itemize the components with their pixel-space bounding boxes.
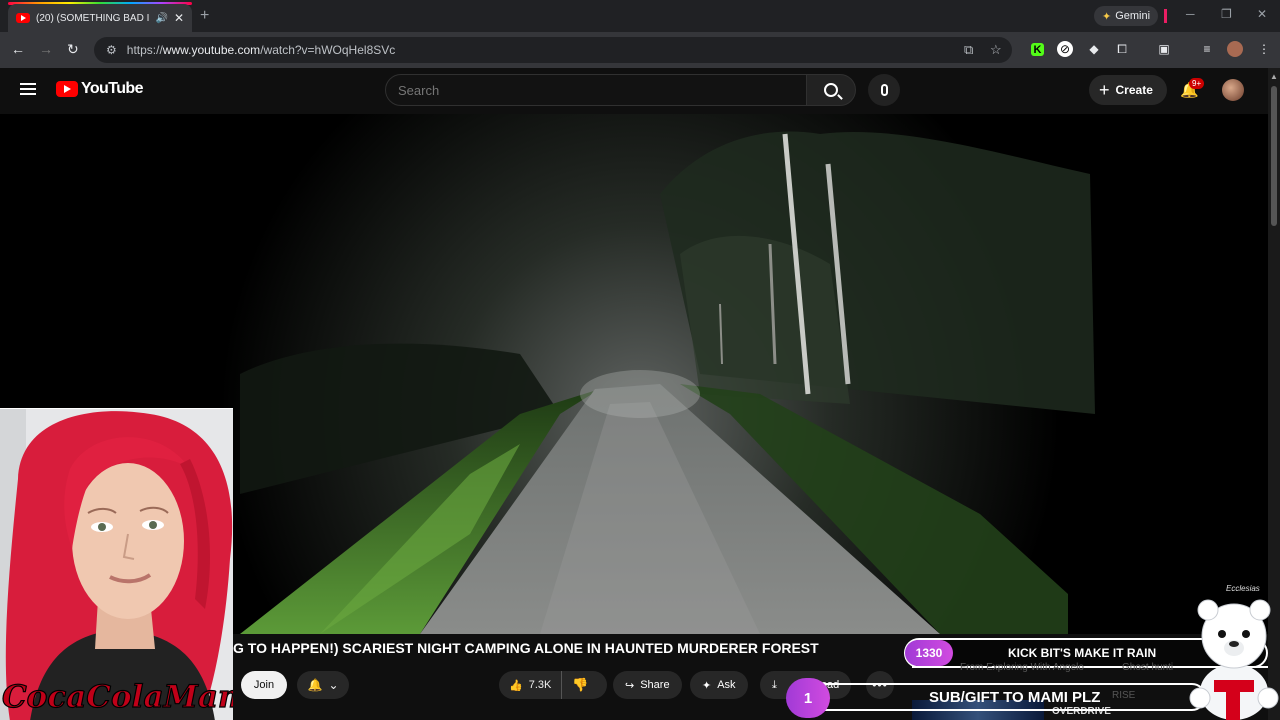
scroll-up-icon[interactable]: ▲: [1270, 72, 1278, 81]
youtube-favicon-icon: [16, 13, 30, 23]
tab-search-icon[interactable]: ▣: [1156, 41, 1172, 57]
restore-window-icon[interactable]: ❐: [1221, 7, 1232, 21]
streamer-name-logo: CocaColaMami: [1, 678, 233, 715]
youtube-wordmark: YouTube: [81, 80, 143, 97]
youtube-logo[interactable]: YouTube: [56, 80, 143, 98]
gemini-button[interactable]: ✦ Gemini: [1094, 6, 1159, 26]
thumbs-down-icon: 👎: [572, 677, 589, 692]
share-arrow-icon: ↪: [625, 679, 635, 692]
browser-tab-active[interactable]: (20) (SOMETHING BAD IS G 🔊 ✕: [8, 4, 192, 32]
hamburger-menu-icon[interactable]: [20, 83, 36, 95]
like-button[interactable]: 👍 7.3K: [499, 671, 563, 699]
kick-extension-icon[interactable]: K: [1031, 43, 1044, 56]
webcam-overlay: CocaColaMami: [0, 408, 233, 720]
bookmark-star-icon[interactable]: ☆: [990, 42, 1002, 58]
site-info-icon[interactable]: ⚙: [106, 43, 117, 57]
forward-arrow-icon[interactable]: →: [39, 41, 53, 57]
address-bar[interactable]: ⚙ https://www.youtube.com/watch?v=hWOqHe…: [94, 37, 1012, 63]
circle-extension-icon[interactable]: ⊘: [1057, 41, 1073, 57]
sparkle-icon: ✦: [702, 679, 712, 692]
browser-tab-strip: (20) (SOMETHING BAD IS G 🔊 ✕ + ✦ Gemini …: [0, 0, 1280, 32]
kick-goal-count: 1330: [905, 640, 953, 666]
related-video-ghost-text-3: RISE: [1112, 690, 1136, 701]
download-icon: ⤓: [772, 678, 777, 691]
create-label: Create: [1115, 83, 1153, 97]
back-arrow-icon[interactable]: ←: [11, 41, 25, 57]
bear-signature: Ecclesias: [1226, 584, 1260, 593]
scrollbar-thumb[interactable]: [1271, 86, 1277, 226]
related-video-ghost-text-2: Ghost hunti: [1122, 662, 1174, 673]
notifications-badge: 9+: [1189, 78, 1205, 89]
reload-icon[interactable]: ↻: [67, 41, 79, 58]
join-button[interactable]: Join: [241, 671, 287, 699]
gemini-sparkle-icon: ✦: [1102, 10, 1112, 23]
like-dislike-group: 👍 7.3K 👎: [499, 671, 607, 699]
plus-icon: +: [1099, 79, 1110, 100]
media-controls-icon[interactable]: ≡: [1199, 41, 1215, 57]
tab-close-icon[interactable]: ✕: [174, 11, 184, 25]
screen: (20) (SOMETHING BAD IS G 🔊 ✕ + ✦ Gemini …: [0, 0, 1280, 720]
microphone-icon: [880, 84, 888, 96]
search-icon: [824, 83, 838, 97]
youtube-header: YouTube + Create 🔔 9+: [0, 68, 1268, 114]
kick-goal-text: KICK BIT'S MAKE IT RAIN: [1008, 646, 1157, 660]
subscription-bell-button[interactable]: 🔔 ⌄: [297, 671, 349, 699]
url-path: /watch?v=hWOqHel8SVc: [260, 43, 396, 57]
close-window-icon[interactable]: ✕: [1257, 7, 1267, 21]
sub-goal-count: 1: [786, 678, 830, 718]
chevron-down-icon: ⌄: [328, 678, 339, 692]
ask-button[interactable]: ✦ Ask: [690, 671, 748, 699]
tab-title: (20) (SOMETHING BAD IS G: [36, 12, 150, 24]
related-video-ghost-text: From Exploring With Angelo: [960, 662, 1084, 673]
ask-label: Ask: [717, 679, 736, 691]
speaker-icon[interactable]: 🔊: [155, 13, 167, 24]
voice-search-button[interactable]: [868, 74, 900, 106]
like-count: 7.3K: [528, 679, 552, 691]
url-host: www.youtube.com: [162, 43, 261, 57]
search-input[interactable]: [385, 74, 807, 106]
svg-text:CocaColaMami: CocaColaMami: [2, 679, 233, 715]
polar-bear-mascot-image: [1189, 599, 1279, 720]
sub-goal-text: SUB/GIFT TO MAMI PLZ: [929, 689, 1101, 706]
profile-indicator: [1164, 9, 1167, 23]
minimize-window-icon[interactable]: ─: [1186, 7, 1195, 21]
profile-avatar-icon[interactable]: [1227, 41, 1243, 57]
extensions-puzzle-icon[interactable]: ⧠: [1114, 41, 1130, 57]
bell-outline-icon: 🔔: [307, 678, 323, 692]
tag-extension-icon[interactable]: ◆: [1086, 41, 1102, 57]
youtube-play-icon: [56, 81, 78, 97]
video-title: G TO HAPPEN!) SCARIEST NIGHT CAMPING ALO…: [233, 640, 819, 656]
user-avatar[interactable]: [1222, 79, 1244, 101]
thumbs-up-icon: 👍: [509, 679, 523, 692]
share-label: Share: [640, 679, 670, 691]
url-prefix: https://: [126, 43, 163, 57]
install-app-icon[interactable]: ⧉: [964, 42, 973, 58]
browser-menu-icon[interactable]: ⋮: [1256, 41, 1272, 57]
new-tab-button[interactable]: +: [200, 7, 209, 25]
share-button[interactable]: ↪ Share: [613, 671, 682, 699]
dislike-button[interactable]: 👎: [562, 677, 598, 693]
gemini-label: Gemini: [1115, 10, 1151, 22]
browser-toolbar: ← → ↻ ⚙ https://www.youtube.com/watch?v=…: [0, 32, 1280, 68]
create-button[interactable]: + Create: [1089, 75, 1167, 105]
search-button[interactable]: [806, 74, 856, 106]
